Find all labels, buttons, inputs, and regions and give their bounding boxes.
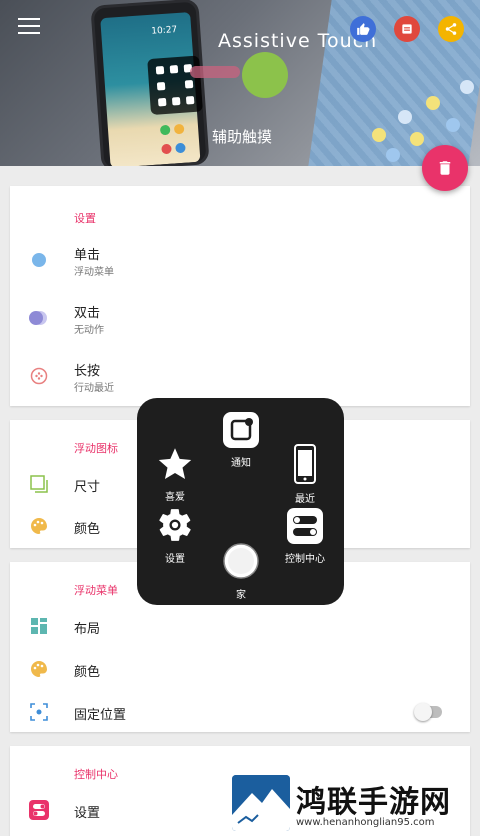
phone-illustration: 10:27 xyxy=(90,0,210,166)
watermark-logo xyxy=(232,775,290,831)
notification-icon xyxy=(223,412,259,448)
mini-apps xyxy=(159,118,200,159)
row-label: 长按 xyxy=(74,364,101,379)
setting-row-single-tap[interactable]: 单击 浮动菜单 xyxy=(10,238,470,282)
row-label: 颜色 xyxy=(74,522,101,537)
row-label: 固定位置 xyxy=(74,708,127,723)
control-center-icon xyxy=(287,508,323,544)
float-menu-row-color[interactable]: 颜色 xyxy=(10,647,470,691)
watermark-text: 鸿联手游网 xyxy=(296,785,451,820)
popup-settings[interactable]: 设置 xyxy=(155,506,195,565)
fixed-position-toggle[interactable] xyxy=(414,703,442,721)
focus-icon xyxy=(28,701,50,723)
banner-subtitle: 辅助触摸 xyxy=(212,128,273,146)
trash-icon xyxy=(439,161,451,175)
home-icon xyxy=(223,543,259,579)
notes-icon[interactable] xyxy=(394,16,420,42)
popup-control-center[interactable]: 控制中心 xyxy=(281,508,329,565)
watermark: 鸿联手游网 www.henanhonglian95.com xyxy=(232,775,472,833)
phone-icon xyxy=(294,444,316,484)
palette-icon xyxy=(28,515,50,537)
double-dot-icon xyxy=(28,307,50,329)
row-label: 单击 xyxy=(74,248,101,263)
row-label: 设置 xyxy=(74,806,101,821)
star-icon xyxy=(158,448,192,479)
row-label: 颜色 xyxy=(74,665,101,680)
row-label: 尺寸 xyxy=(74,480,101,495)
ring-icon xyxy=(28,365,50,387)
header-banner: 10:27 Assistive Touch 辅助触摸 xyxy=(0,0,480,166)
popup-favorite[interactable]: 喜爱 xyxy=(155,446,195,503)
setting-row-long-press[interactable]: 长按 行动最近 xyxy=(10,354,470,398)
row-label: 布局 xyxy=(74,622,101,637)
toggle-settings-icon xyxy=(28,799,50,821)
menu-icon[interactable] xyxy=(18,18,40,36)
resize-icon xyxy=(28,473,50,495)
settings-card: 设置 单击 浮动菜单 双击 无动作 长按 行动最近 xyxy=(10,186,470,406)
watermark-url: www.henanhonglian95.com xyxy=(296,817,435,828)
pink-bar xyxy=(190,66,240,78)
setting-row-double-tap[interactable]: 双击 无动作 xyxy=(10,296,470,340)
row-label: 双击 xyxy=(74,306,101,321)
row-sub: 行动最近 xyxy=(74,383,114,394)
float-menu-row-layout[interactable]: 布局 xyxy=(10,604,470,648)
section-title-float-icon: 浮动图标 xyxy=(74,442,118,455)
phone-time: 10:27 xyxy=(151,24,178,37)
section-title-settings: 设置 xyxy=(74,212,96,225)
share-icon[interactable] xyxy=(438,16,464,42)
section-title-control-center: 控制中心 xyxy=(74,768,118,781)
float-menu-row-fixed-position[interactable]: 固定位置 xyxy=(10,690,470,734)
dot-icon xyxy=(28,249,50,271)
mini-menu xyxy=(147,55,203,115)
popup-home[interactable]: 家 xyxy=(221,542,261,601)
grid-icon xyxy=(28,615,50,637)
thumb-up-icon[interactable] xyxy=(350,16,376,42)
delete-fab-button[interactable] xyxy=(422,145,468,191)
row-sub: 无动作 xyxy=(74,325,104,336)
assistive-ball xyxy=(242,52,288,98)
popup-notification[interactable]: 通知 xyxy=(221,412,261,469)
row-sub: 浮动菜单 xyxy=(74,267,114,278)
assistive-touch-popup: 通知 喜爱 最近 设置 控制中心 家 xyxy=(137,398,344,605)
gear-icon xyxy=(159,509,191,541)
section-title-float-menu: 浮动菜单 xyxy=(74,584,118,597)
palette-icon xyxy=(28,658,50,680)
popup-recent[interactable]: 最近 xyxy=(285,444,325,505)
